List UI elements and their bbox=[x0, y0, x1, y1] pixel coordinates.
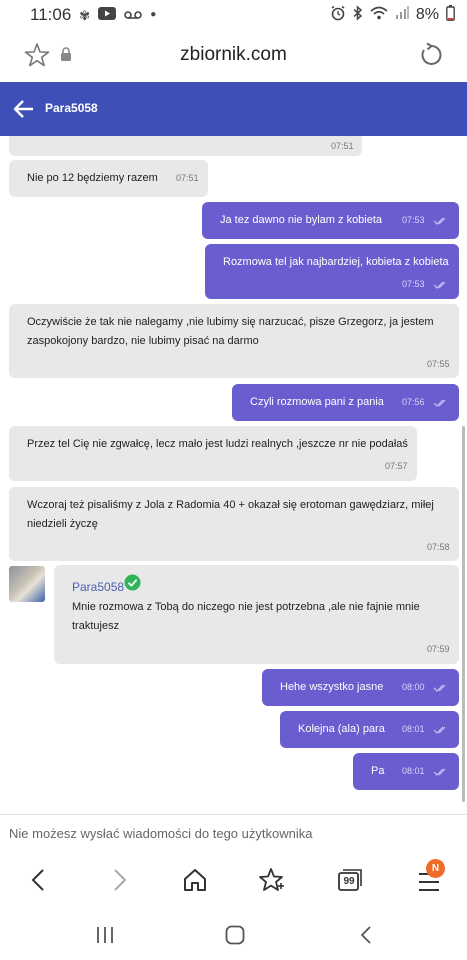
message-time: 07:59 bbox=[427, 644, 450, 654]
message-outgoing: Ja tez dawno nie bylam z kobieta 07:53 bbox=[202, 202, 459, 239]
status-bar: 11:06 ✾ ● 8% bbox=[0, 0, 467, 30]
voicemail-icon bbox=[124, 5, 142, 25]
back-arrow-icon[interactable] bbox=[12, 97, 36, 121]
message-text-line-1: Mnie rozmowa z Tobą do niczego nie jest … bbox=[72, 601, 420, 613]
avatar[interactable] bbox=[9, 566, 45, 602]
message-outgoing: Kolejna (ala) para 08:01 bbox=[280, 711, 459, 748]
browser-toolbar: 99 bbox=[0, 851, 467, 907]
youtube-icon bbox=[98, 5, 117, 25]
message-text: Rozmowa tel jak najbardziej, kobieta z k… bbox=[223, 256, 449, 268]
message-text: Przez tel Cię nie zgwałcę, lecz mało jes… bbox=[27, 438, 408, 450]
message-text-line-2: niedzieli życzę bbox=[27, 518, 98, 530]
message-time: 08:01 bbox=[402, 724, 425, 734]
message-list[interactable]: 07:51 Nie po 12 będziemy razem 07:51 Ja … bbox=[0, 136, 467, 814]
reload-icon[interactable] bbox=[418, 42, 444, 68]
message-text-line-1: Wczoraj też pisaliśmy z Jola z Radomia 4… bbox=[27, 499, 434, 511]
message-incoming: Oczywiście że tak nie nalegamy ,nie lubi… bbox=[9, 304, 459, 378]
chat-title[interactable]: Para5058 bbox=[45, 101, 98, 115]
recent-apps-icon[interactable] bbox=[94, 924, 116, 946]
message-outgoing: Czyli rozmowa pani z pania 07:56 bbox=[232, 384, 459, 421]
message-time: 07:57 bbox=[385, 461, 408, 471]
message-text-line-2: traktujesz bbox=[72, 620, 120, 632]
read-ticks-icon bbox=[433, 726, 446, 734]
battery-icon bbox=[446, 4, 455, 26]
message-time: 07:53 bbox=[402, 279, 425, 289]
message-text-line-2: zaspokojony bardzo, nie lubimy pisać na … bbox=[27, 335, 259, 347]
bluetooth-icon bbox=[353, 4, 363, 26]
url-text[interactable]: zbiornik.com bbox=[0, 44, 467, 66]
message-text-line-1: Oczywiście że tak nie nalegamy ,nie lubi… bbox=[27, 316, 434, 328]
message-time: 07:56 bbox=[402, 397, 425, 407]
message-time: 07:58 bbox=[427, 542, 450, 552]
message-incoming: 07:51 bbox=[9, 136, 362, 156]
read-ticks-icon bbox=[433, 281, 446, 289]
message-time: 07:51 bbox=[176, 173, 199, 183]
signal-icon bbox=[395, 5, 409, 25]
message-text: Ja tez dawno nie bylam z kobieta bbox=[220, 214, 383, 226]
read-ticks-icon bbox=[433, 768, 446, 776]
wifi-icon bbox=[370, 6, 388, 25]
message-time: 07:53 bbox=[402, 215, 425, 225]
message-incoming: Para5058 Mnie rozmowa z Tobą do niczego … bbox=[54, 565, 459, 664]
message-outgoing: Pa 08:01 bbox=[353, 753, 459, 790]
bookmarks-star-icon[interactable] bbox=[259, 867, 285, 893]
battery-percent: 8% bbox=[415, 6, 439, 23]
dot-icon: ● bbox=[150, 9, 157, 20]
message-outgoing: Rozmowa tel jak najbardziej, kobieta z k… bbox=[205, 244, 459, 299]
pinwheel-icon: ✾ bbox=[79, 7, 91, 23]
home-icon[interactable] bbox=[182, 867, 208, 893]
read-ticks-icon bbox=[433, 217, 446, 225]
read-ticks-icon bbox=[433, 399, 446, 407]
message-text: Pa bbox=[371, 765, 385, 777]
message-text: Nie po 12 będziemy razem bbox=[27, 172, 158, 184]
status-time: 11:06 bbox=[30, 5, 72, 24]
message-time: 07:51 bbox=[331, 141, 354, 151]
message-time: 07:55 bbox=[427, 359, 450, 369]
scrollbar[interactable] bbox=[462, 426, 465, 802]
message-text: Czyli rozmowa pani z pania bbox=[250, 396, 384, 408]
read-ticks-icon bbox=[433, 684, 446, 692]
forward-icon[interactable] bbox=[106, 867, 132, 893]
message-incoming: Nie po 12 będziemy razem 07:51 bbox=[9, 160, 208, 197]
message-disabled-notice: Nie możesz wysłać wiadomości do tego uży… bbox=[0, 814, 467, 851]
tabs-button[interactable]: 99 bbox=[338, 869, 362, 891]
message-time: 08:01 bbox=[402, 766, 425, 776]
message-outgoing: Hehe wszystko jasne 08:00 bbox=[262, 669, 459, 706]
message-incoming: Wczoraj też pisaliśmy z Jola z Radomia 4… bbox=[9, 487, 459, 561]
system-back-icon[interactable] bbox=[355, 924, 377, 946]
notification-badge: N bbox=[426, 859, 445, 878]
message-incoming: Przez tel Cię nie zgwałcę, lecz mało jes… bbox=[9, 426, 417, 481]
tabs-count: 99 bbox=[343, 876, 355, 887]
alarm-icon bbox=[330, 5, 346, 26]
chat-header: Para5058 bbox=[0, 82, 467, 136]
message-text: Hehe wszystko jasne bbox=[280, 681, 384, 693]
address-bar: zbiornik.com bbox=[0, 30, 467, 82]
screen: 11:06 ✾ ● 8% zbiornik.com Para5058 07:51… bbox=[0, 0, 467, 960]
back-icon[interactable] bbox=[26, 867, 52, 893]
message-time: 08:00 bbox=[402, 682, 425, 692]
verified-check-icon bbox=[124, 574, 141, 591]
system-navigation-bar bbox=[0, 907, 467, 960]
message-text: Kolejna (ala) para bbox=[298, 723, 385, 735]
home-button-icon[interactable] bbox=[224, 924, 246, 946]
sender-name[interactable]: Para5058 bbox=[72, 577, 124, 598]
